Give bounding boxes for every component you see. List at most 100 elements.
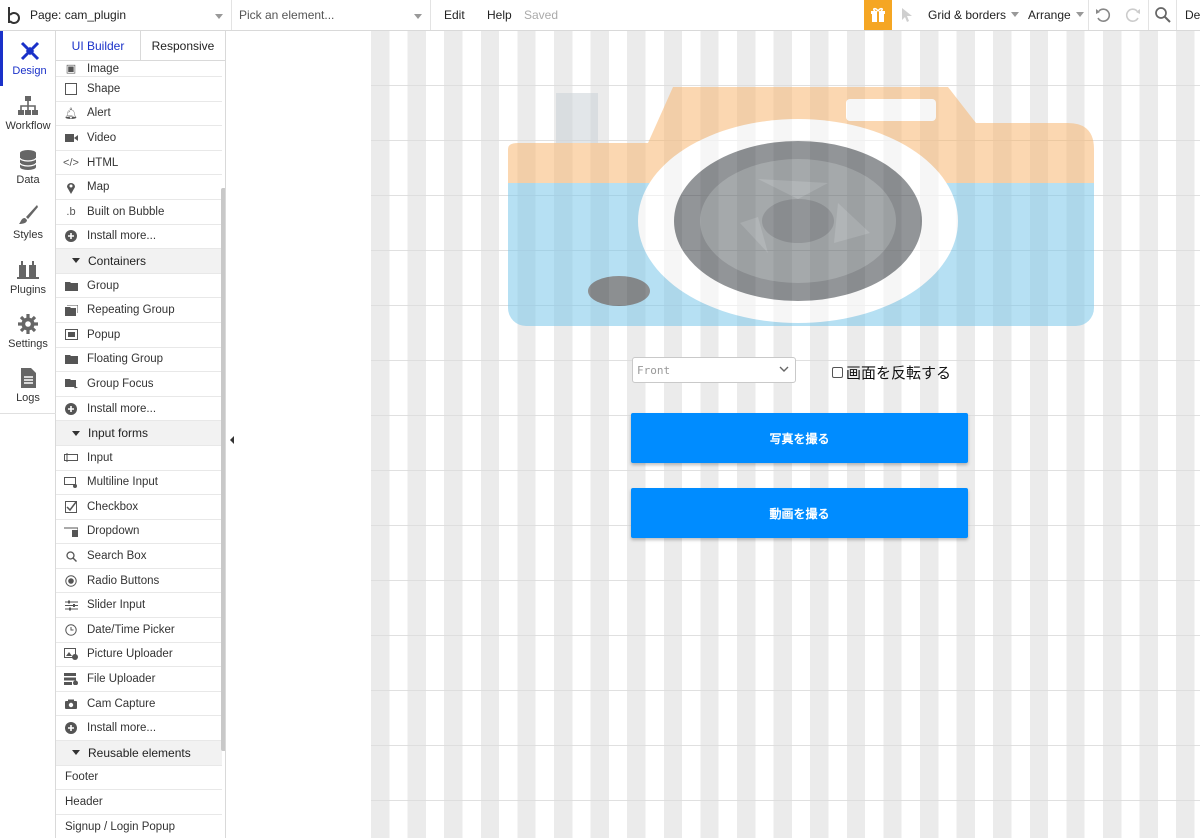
camera-image[interactable] — [508, 83, 1094, 326]
section-label: Containers — [88, 253, 147, 268]
help-menu[interactable]: Help — [487, 8, 512, 22]
section-input-forms[interactable]: Input forms — [56, 421, 222, 446]
list-item[interactable]: File Uploader — [56, 667, 222, 692]
selector-pointer-icon[interactable] — [900, 7, 914, 23]
camera-facing-value: Front — [637, 363, 671, 377]
list-item[interactable]: Map — [56, 175, 222, 200]
list-item[interactable]: ▣ Image — [56, 62, 222, 77]
list-item[interactable]: Footer — [56, 766, 222, 791]
list-item-label: Built on Bubble — [87, 205, 165, 218]
collapse-panel-arrow-icon[interactable] — [230, 436, 234, 444]
element-picker[interactable]: Pick an element... — [233, 0, 431, 30]
list-item-label: Group — [87, 279, 119, 292]
chevron-down-icon — [215, 14, 223, 19]
edit-menu[interactable]: Edit — [444, 8, 465, 22]
camera-shape-icon — [65, 699, 77, 709]
nav-settings[interactable]: Settings — [0, 304, 56, 359]
nav-workflow-label: Workflow — [5, 119, 51, 132]
nav-data[interactable]: Data — [0, 140, 56, 195]
list-item[interactable]: Popup — [56, 323, 222, 348]
radio-icon — [64, 574, 78, 588]
popup-shape-icon — [64, 329, 78, 341]
shape-icon — [64, 82, 78, 96]
list-item[interactable]: Picture Uploader — [56, 643, 222, 668]
list-item-label: Date/Time Picker — [87, 623, 175, 636]
list-item[interactable]: Multiline Input — [56, 471, 222, 496]
list-item[interactable]: </> HTML — [56, 151, 222, 176]
list-item-label: Install more... — [87, 402, 157, 415]
file-upload-shape-icon — [64, 673, 78, 686]
list-item-label: Input — [87, 451, 113, 464]
nav-styles-label: Styles — [13, 228, 43, 241]
development-version-menu[interactable]: De — [1185, 8, 1200, 22]
list-item-label: Install more... — [87, 230, 157, 243]
list-item[interactable]: Slider Input — [56, 593, 222, 619]
clock-icon — [64, 623, 78, 637]
nav-logs[interactable]: Logs — [0, 359, 56, 414]
section-containers[interactable]: Containers — [56, 249, 222, 274]
camera-facing-dropdown[interactable]: Front — [632, 357, 796, 383]
list-item[interactable]: Radio Buttons — [56, 569, 222, 594]
page-selector[interactable]: Page: cam_plugin — [27, 0, 232, 30]
plus-circle-shape-icon — [65, 230, 77, 243]
nav-plugins[interactable]: Plugins — [0, 250, 56, 305]
gift-button[interactable] — [864, 0, 892, 30]
tab-responsive[interactable]: Responsive — [141, 31, 225, 60]
undo-icon[interactable] — [1094, 6, 1112, 24]
panel-scrollbar[interactable] — [221, 188, 225, 751]
list-item[interactable]: Dropdown — [56, 520, 222, 545]
list-item-label: Signup / Login Popup — [65, 820, 175, 833]
list-item[interactable]: Repeating Group — [56, 298, 222, 323]
grid-borders-label: Grid & borders — [928, 8, 1007, 22]
list-item[interactable]: Group — [56, 274, 222, 299]
list-item[interactable]: 🔔︎ Alert — [56, 102, 222, 127]
chevron-down-icon — [1075, 12, 1084, 17]
list-item-label: Group Focus — [87, 377, 154, 390]
list-item[interactable]: Search Box — [56, 544, 222, 569]
list-item[interactable]: .b Built on Bubble — [56, 200, 222, 225]
section-reusable-elements[interactable]: Reusable elements — [56, 741, 222, 766]
nav-design[interactable]: Design — [0, 31, 56, 86]
design-canvas[interactable]: Front 画面を反転する 写真を撮る 動画を撮る — [238, 31, 1200, 838]
take-photo-button[interactable]: 写真を撮る — [631, 413, 968, 463]
design-icon — [20, 41, 39, 60]
toolbar-divider — [1176, 0, 1177, 30]
flip-screen-checkbox[interactable]: 画面を反転する — [832, 362, 951, 383]
tab-ui-builder[interactable]: UI Builder — [56, 31, 141, 60]
list-item[interactable]: Shape — [56, 77, 222, 102]
grid-borders-menu[interactable]: Grid & borders — [928, 8, 1020, 22]
flip-screen-label: 画面を反転する — [846, 364, 952, 382]
list-item-label: HTML — [87, 156, 119, 169]
checkbox-box[interactable] — [832, 367, 843, 378]
bell-icon: 🔔︎ — [64, 107, 78, 120]
arrange-menu[interactable]: Arrange — [1028, 8, 1084, 22]
nav-styles[interactable]: Styles — [0, 195, 56, 250]
list-item[interactable]: Signup / Login Popup — [56, 815, 222, 838]
search-icon[interactable] — [1154, 6, 1172, 24]
popup-icon — [64, 328, 78, 342]
list-item[interactable]: Cam Capture — [56, 692, 222, 717]
dropdown-icon — [64, 524, 78, 538]
list-item-label: Install more... — [87, 722, 157, 735]
bubble-logo[interactable] — [3, 0, 25, 31]
list-item[interactable]: Header — [56, 790, 222, 815]
redo-icon[interactable] — [1124, 6, 1142, 24]
list-item[interactable]: Date/Time Picker — [56, 618, 222, 643]
bubble-b-icon: .b — [66, 205, 76, 218]
list-item[interactable]: Install more... — [56, 225, 222, 250]
page-selector-label: Page: cam_plugin — [30, 8, 127, 22]
list-item[interactable]: Input — [56, 446, 222, 471]
plus-circle-icon — [64, 229, 78, 243]
list-item[interactable]: Install more... — [56, 716, 222, 742]
shape-square-icon — [65, 82, 77, 95]
record-video-button[interactable]: 動画を撮る — [631, 488, 968, 538]
list-item[interactable]: Group Focus — [56, 372, 222, 397]
list-item[interactable]: Video — [56, 126, 222, 151]
list-item[interactable]: Install more... — [56, 397, 222, 422]
list-item[interactable]: Checkbox — [56, 495, 222, 520]
nav-workflow[interactable]: Workflow — [0, 86, 56, 141]
image-icon: ▣ — [65, 62, 77, 75]
search-icon — [64, 549, 78, 563]
list-item[interactable]: Floating Group — [56, 348, 222, 373]
chevron-down-icon — [414, 14, 422, 19]
